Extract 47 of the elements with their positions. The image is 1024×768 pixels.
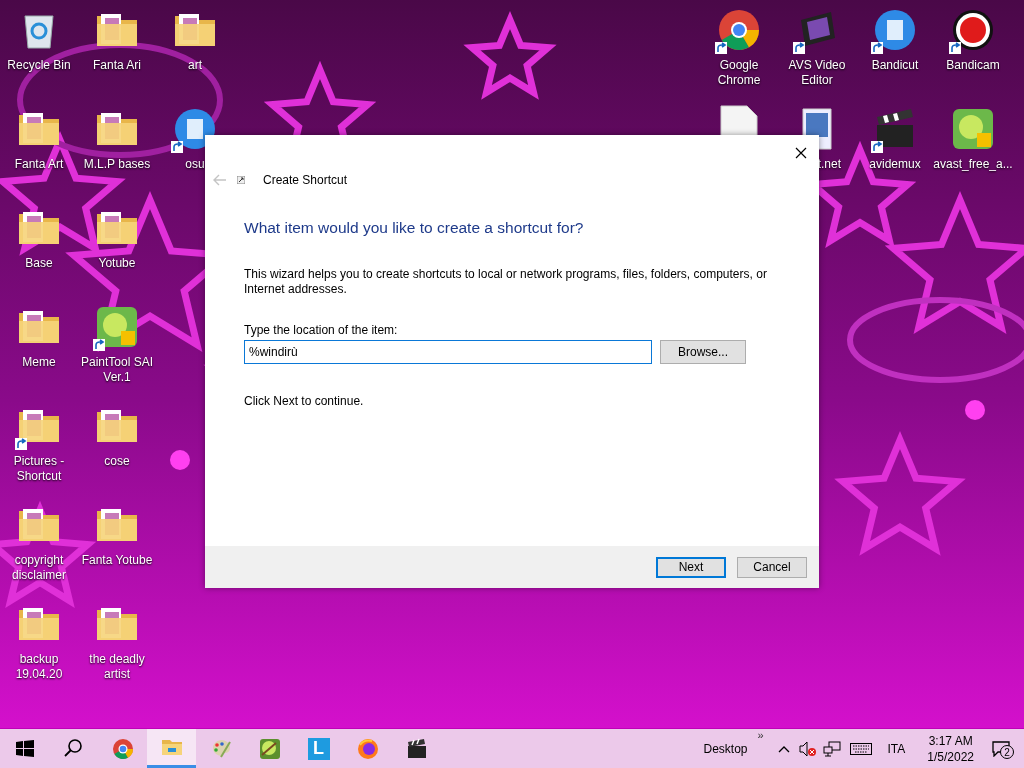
browse-button[interactable]: Browse... <box>660 340 746 364</box>
desktop-icon-label[interactable]: Bandicam <box>946 58 1000 73</box>
desktop-icon-label[interactable]: Recycle Bin <box>7 58 71 73</box>
desktop-icon-label[interactable]: osu <box>185 157 205 172</box>
desktop-icon-label[interactable]: t.net <box>817 157 841 172</box>
toolbar-chevron[interactable]: » <box>757 728 764 741</box>
dialog-title: Create Shortcut <box>263 173 348 187</box>
chrome-icon <box>110 736 135 761</box>
shortcut-icon <box>237 176 245 184</box>
desktop-icon-label[interactable]: M.L.P bases <box>83 157 151 172</box>
speaker-muted-icon[interactable] <box>798 740 817 757</box>
desktop-icon-label[interactable]: avidemux <box>869 157 921 172</box>
keyboard-icon[interactable] <box>849 742 872 755</box>
wizard-button[interactable]: Cancel <box>737 556 807 578</box>
wizard-description: This wizard helps you to create shortcuts to local or network programs, files, folders, computers, or Internet addresses. <box>244 267 768 297</box>
close-icon <box>795 147 807 159</box>
notification-icon[interactable] <box>992 740 1010 757</box>
location-field[interactable]: %windirù <box>244 340 652 364</box>
field-label: Type the location of the item: <box>244 323 399 337</box>
desktop-icon-label[interactable]: Base <box>25 256 53 271</box>
hint-text: Click Next to continue. <box>244 394 365 409</box>
desktop-icon-label[interactable]: Fanta Ari <box>93 58 141 73</box>
firefox-icon <box>355 736 380 761</box>
notification-count: 2 <box>1000 745 1014 759</box>
desktop-icon-label[interactable]: PaintTool SAI Ver.1 <box>78 355 156 385</box>
wizard-button[interactable]: Next <box>656 556 726 578</box>
desktop-icon-label[interactable]: Bandicut <box>871 58 919 73</box>
desktop-icon-label[interactable]: Meme <box>22 355 56 370</box>
desktop-icon-label[interactable]: Fanta Art <box>14 157 64 172</box>
desktop-icon-label[interactable]: avast_free_a... <box>933 157 1013 172</box>
clock-date[interactable]: 1/5/2022 <box>927 748 974 765</box>
desktop-icon-label[interactable]: cose <box>104 454 130 469</box>
chevron-up-icon[interactable] <box>777 744 790 753</box>
network-icon[interactable] <box>822 740 841 757</box>
desktop-icon-label[interactable]: Yotube <box>98 256 136 271</box>
app-icon <box>257 736 282 761</box>
desktop-icon-label[interactable]: the deadly artist <box>78 652 156 682</box>
desktop-icon-label[interactable]: AVS Video Editor <box>778 58 856 88</box>
letter-tile-icon: L <box>307 737 330 760</box>
desktop-icon-label[interactable]: Google Chrome <box>700 58 778 88</box>
language-indicator[interactable]: ITA <box>877 741 916 756</box>
desktop-icon-label[interactable]: Pictures - Shortcut <box>0 454 78 484</box>
wizard-heading: What item would you like to create a shortcut for? <box>244 219 585 237</box>
desktop-icon-label[interactable]: art <box>188 58 202 73</box>
desktop-icon-label[interactable]: backup 19.04.20 <box>0 652 78 682</box>
clock-time[interactable]: 3:17 AM <box>928 732 973 749</box>
desktop-icon-label[interactable]: Fanta Yotube <box>81 553 153 568</box>
